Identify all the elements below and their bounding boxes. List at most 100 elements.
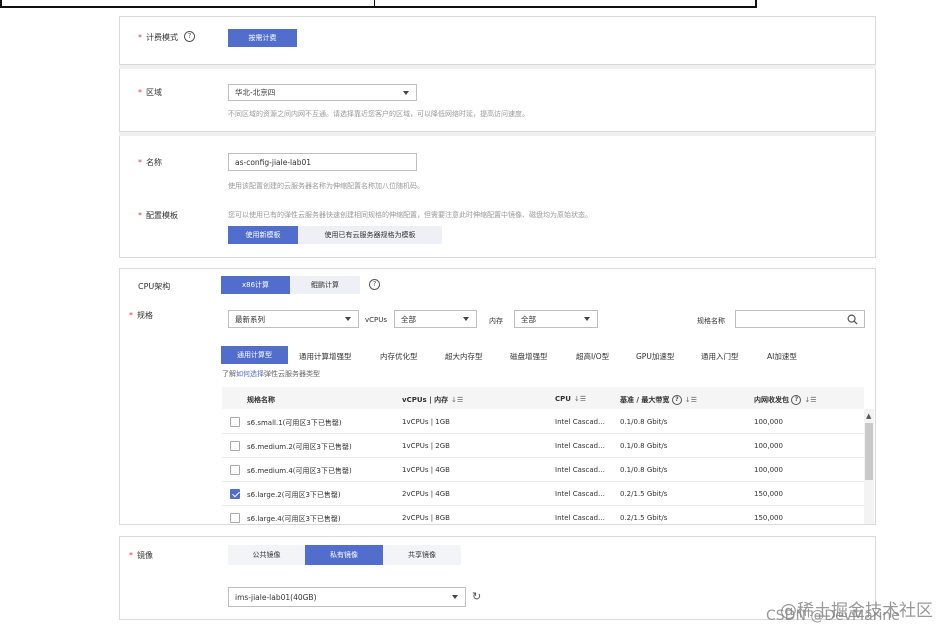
type-tab-large-memory[interactable]: 超大内存型 (445, 351, 483, 362)
use-existing-template-button[interactable]: 使用已有云服务器规格为模板 (298, 226, 442, 244)
cell-vcpus-memory: 1vCPUs | 2GB (402, 442, 450, 450)
type-tab-memory-optimized[interactable]: 内存优化型 (380, 351, 418, 362)
cell-pps: 150,000 (754, 514, 783, 522)
type-tab-disk-enhanced[interactable]: 磁盘增强型 (510, 351, 548, 362)
cell-vcpus-memory: 1vCPUs | 4GB (402, 466, 450, 474)
cell-spec-name: s6.medium.2(可用区3下已售罄) (247, 443, 352, 451)
billing-label: * 计费模式 (138, 33, 178, 42)
type-tab-gpu[interactable]: GPU加速型 (636, 351, 674, 362)
cell-bandwidth: 0.1/0.8 Gbit/s (620, 466, 668, 474)
scroll-up-arrow-icon[interactable]: ▲ (866, 412, 871, 420)
scrollbar-thumb[interactable] (865, 423, 873, 480)
row-checkbox[interactable] (230, 417, 240, 427)
type-tab-general-enhanced[interactable]: 通用计算增强型 (299, 351, 352, 362)
cell-vcpus-memory: 2vCPUs | 4GB (402, 490, 450, 498)
cpu-help-icon[interactable]: ? (369, 279, 380, 290)
spacer (119, 525, 876, 536)
use-new-template-button[interactable]: 使用新模板 (228, 226, 298, 244)
cell-spec-name: s6.medium.4(可用区3下已售罄) (247, 467, 352, 475)
sort-icon[interactable]: ↓☰ (804, 396, 816, 404)
cell-cpu: Intel Cascad... (555, 442, 605, 450)
bandwidth-help-icon[interactable]: ? (671, 395, 682, 405)
series-select[interactable]: 最新系列 (228, 310, 359, 328)
cell-cpu: Intel Cascad... (555, 490, 605, 498)
row-checkbox[interactable] (230, 441, 240, 451)
cell-cpu: Intel Cascad... (555, 418, 605, 426)
template-label: * 配置模板 (138, 211, 178, 220)
required-mark: * (138, 33, 142, 42)
memory-select[interactable]: 全部 (514, 310, 598, 328)
cell-bandwidth: 0.2/1.5 Gbit/s (620, 490, 668, 498)
learn-more-text: 了解如何选择弹性云服务器类型 (222, 370, 320, 378)
image-select[interactable]: ims-jiale-lab01(40GB) (228, 587, 466, 607)
cell-pps: 100,000 (754, 418, 783, 426)
cell-cpu: Intel Cascad... (555, 466, 605, 474)
refresh-icon[interactable]: ↻ (472, 590, 481, 603)
search-icon[interactable] (847, 314, 858, 325)
chevron-down-icon (584, 317, 590, 321)
pps-help-icon[interactable]: ? (791, 395, 802, 405)
cpu-label: CPU架构 (138, 282, 171, 291)
chevron-down-icon (345, 317, 351, 321)
col-vcpus-memory[interactable]: vCPUs | 内存 ↓☰ (402, 395, 463, 405)
spec-name-search-input[interactable] (735, 310, 865, 328)
cell-cpu: Intel Cascad... (555, 514, 605, 522)
image-tab-public[interactable]: 公共镜像 (228, 545, 305, 565)
sort-icon[interactable]: ↓☰ (451, 396, 463, 404)
row-divider (222, 457, 864, 458)
spec-label: * 规格 (129, 311, 153, 320)
table-divider (374, 0, 375, 6)
cpu-tab-kunpeng[interactable]: 鲲鹏计算 (290, 276, 360, 294)
cell-pps: 100,000 (754, 466, 783, 474)
sort-icon[interactable]: ↓☰ (574, 395, 586, 403)
image-label: * 镜像 (129, 551, 153, 560)
type-tab-high-io[interactable]: 超高I/O型 (576, 351, 609, 362)
region-label: * 区域 (138, 88, 162, 97)
image-tab-private[interactable]: 私有镜像 (305, 545, 383, 565)
row-checkbox[interactable] (230, 513, 240, 523)
chevron-down-icon (403, 90, 409, 95)
sort-icon[interactable]: ↓☰ (685, 396, 697, 404)
row-checkbox[interactable] (230, 465, 240, 475)
name-hint: 使用该配置创建的云服务器名称为伸缩配置名称加八位随机码。 (228, 182, 424, 190)
row-checkbox[interactable] (230, 489, 240, 499)
col-bandwidth[interactable]: 基准 / 最大带宽 ? ↓☰ (620, 395, 697, 405)
row-divider (222, 505, 864, 506)
col-pps[interactable]: 内网收发包 ? ↓☰ (754, 395, 817, 405)
row-divider (222, 433, 864, 434)
billing-on-demand-button[interactable]: 按需计费 (228, 29, 297, 47)
cell-bandwidth: 0.1/0.8 Gbit/s (620, 442, 668, 450)
col-cpu[interactable]: CPU ↓☰ (555, 395, 586, 403)
cell-spec-name: s6.small.1(可用区3下已售罄) (247, 419, 342, 427)
cell-vcpus-memory: 2vCPUs | 8GB (402, 514, 450, 522)
spacer (119, 258, 876, 268)
chevron-down-icon (463, 317, 469, 321)
memory-label: 内存 (489, 317, 503, 325)
cell-bandwidth: 0.2/1.5 Gbit/s (620, 514, 668, 522)
type-tab-ai[interactable]: AI加速型 (767, 351, 797, 362)
col-spec-name: 规格名称 (247, 396, 275, 404)
cell-spec-name: s6.large.2(可用区3下已售罄) (247, 491, 341, 499)
template-hint: 您可以使用已有的弹性云服务器快速创建相同规格的伸缩配置，但需要注意此时伸缩配置中… (228, 211, 592, 219)
spec-name-label: 规格名称 (697, 317, 725, 325)
image-tab-shared[interactable]: 共享镜像 (383, 545, 461, 565)
cell-pps: 100,000 (754, 442, 783, 450)
vcpus-select[interactable]: 全部 (394, 310, 477, 328)
billing-help-icon[interactable]: ? (184, 31, 195, 42)
chevron-down-icon (452, 595, 458, 599)
cell-vcpus-memory: 1vCPUs | 1GB (402, 418, 450, 426)
region-hint: 不同区域的资源之间内网不互通。请选择靠近您客户的区域，可以降低网络时延，提高访问… (228, 110, 529, 118)
type-tab-general[interactable]: 通用计算型 (221, 346, 288, 364)
watermark-csdn: CSDN @DevMarine (766, 608, 900, 624)
cell-pps: 150,000 (754, 490, 783, 498)
type-tab-entry[interactable]: 通用入门型 (701, 351, 739, 362)
region-select[interactable]: 华北-北京四 (228, 84, 417, 101)
name-label: * 名称 (138, 158, 162, 167)
top-table-remnant (0, 0, 757, 8)
learn-more-link[interactable]: 如何选择 (236, 370, 264, 378)
row-divider (222, 481, 864, 482)
cpu-tab-x86[interactable]: x86计算 (221, 276, 290, 294)
vcpus-label: vCPUs (365, 316, 388, 324)
name-input[interactable]: as-config-jiale-lab01 (228, 153, 417, 171)
cell-spec-name: s6.large.4(可用区3下已售罄) (247, 515, 341, 523)
